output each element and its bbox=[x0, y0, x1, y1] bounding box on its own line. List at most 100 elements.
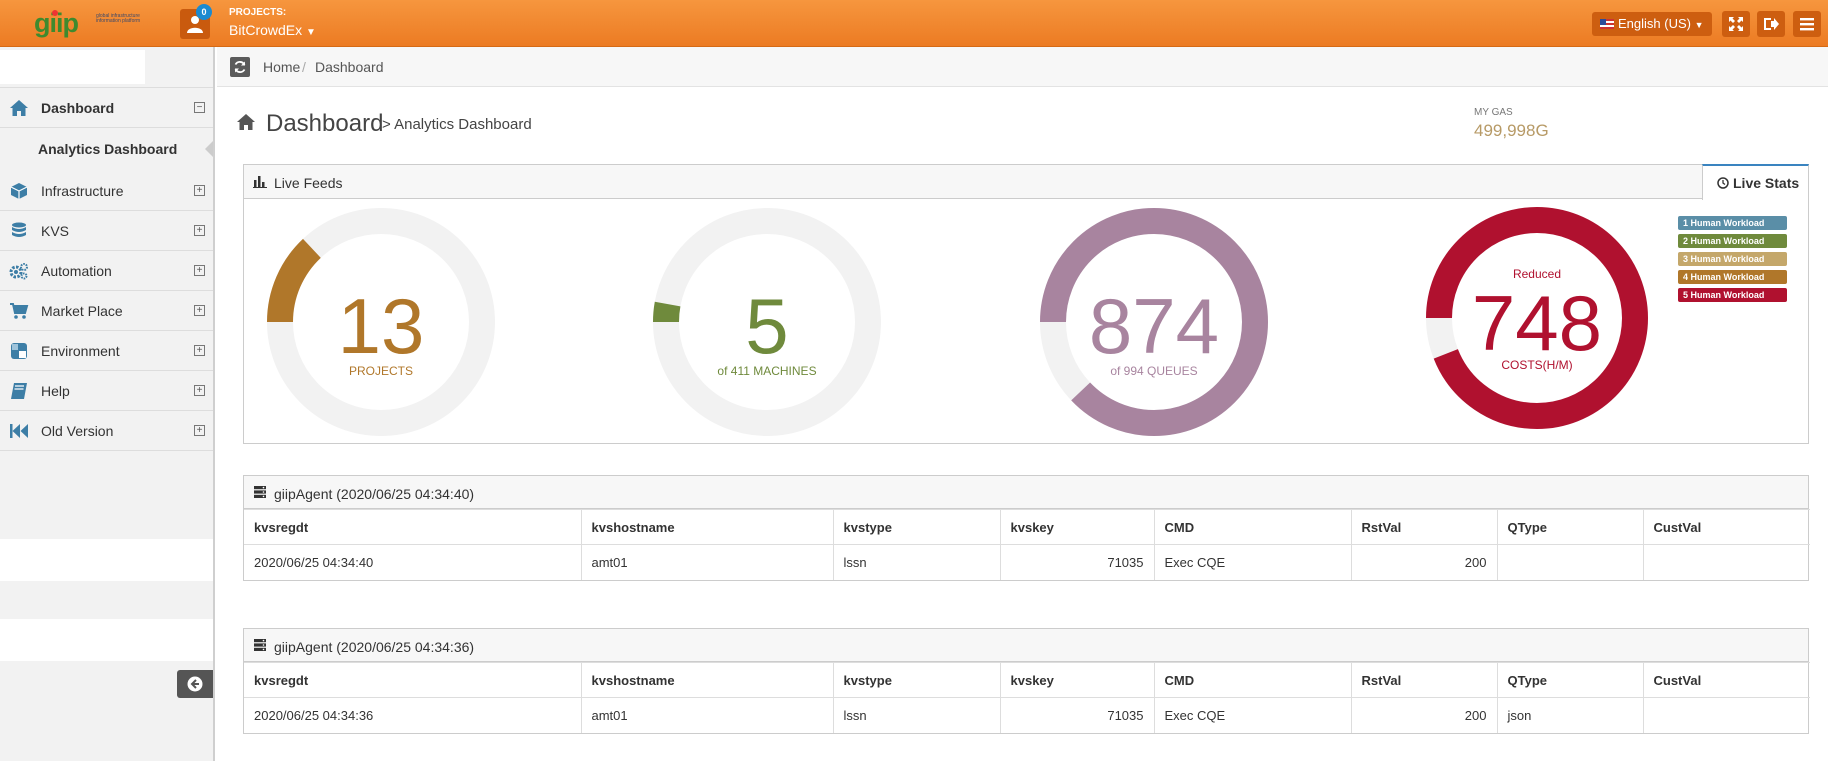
column-header[interactable]: kvstype bbox=[832, 662, 1001, 698]
table-cell bbox=[1642, 544, 1810, 580]
table-cell: 71035 bbox=[999, 544, 1155, 580]
expand-icon[interactable]: + bbox=[194, 425, 205, 436]
menu-button[interactable] bbox=[1793, 11, 1821, 37]
expand-icon[interactable]: + bbox=[194, 225, 205, 236]
column-header[interactable]: CMD bbox=[1153, 662, 1352, 698]
breadcrumb-home-link[interactable]: Home bbox=[263, 59, 300, 75]
gauge-label: of 411 MACHINES bbox=[717, 364, 817, 378]
sidebar: Dashboard − Analytics Dashboard Infrastr… bbox=[0, 47, 215, 761]
table-cell: amt01 bbox=[580, 697, 834, 733]
expand-icon[interactable]: + bbox=[194, 385, 205, 396]
sign-out-icon bbox=[1764, 18, 1779, 30]
page-title: Dashboard bbox=[266, 110, 384, 137]
gas-label: MY GAS bbox=[1474, 107, 1513, 118]
column-header[interactable]: CMD bbox=[1153, 509, 1352, 545]
sidebar-item-market-place[interactable]: Market Place + bbox=[0, 291, 213, 331]
agent-table: kvsregdt kvshostname kvstype kvskey CMD … bbox=[244, 662, 1810, 733]
sidebar-item-label: Automation bbox=[41, 263, 112, 279]
expand-icon[interactable]: + bbox=[194, 185, 205, 196]
agent-table-title: giipAgent (2020/06/25 04:34:36) bbox=[274, 639, 475, 655]
gauge-value: 5 bbox=[745, 282, 789, 370]
gauge-queues: 874 of 994 QUEUES bbox=[1039, 207, 1269, 437]
sidebar-search[interactable] bbox=[0, 50, 145, 84]
column-header[interactable]: kvstype bbox=[832, 509, 1001, 545]
column-header[interactable]: RstVal bbox=[1350, 662, 1498, 698]
column-header[interactable]: RstVal bbox=[1350, 509, 1498, 545]
column-header[interactable]: QType bbox=[1496, 509, 1644, 545]
column-header[interactable]: CustVal bbox=[1642, 662, 1810, 698]
sidebar-collapse-button[interactable] bbox=[177, 670, 213, 698]
tab-live-stats[interactable]: Live Stats bbox=[1702, 164, 1809, 200]
table-row[interactable]: 2020/06/25 04:34:36 amt01 lssn 71035 Exe… bbox=[244, 697, 1810, 733]
hamburger-icon bbox=[1800, 18, 1814, 31]
chevron-down-icon: ▼ bbox=[306, 27, 316, 38]
sidebar-subitem-label: Analytics Dashboard bbox=[38, 141, 178, 157]
agent-table-title: giipAgent (2020/06/25 04:34:40) bbox=[274, 486, 475, 502]
server-icon bbox=[254, 486, 266, 498]
expand-icon[interactable]: + bbox=[194, 345, 205, 356]
sidebar-item-kvs[interactable]: KVS + bbox=[0, 211, 213, 251]
expand-icon[interactable]: + bbox=[194, 265, 205, 276]
column-header[interactable]: kvskey bbox=[999, 509, 1155, 545]
sidebar-item-label: Dashboard bbox=[41, 100, 115, 116]
sidebar-item-dashboard[interactable]: Dashboard − bbox=[0, 88, 213, 128]
top-bar: giip global infrastructure information p… bbox=[0, 0, 1828, 47]
sidebar-subitem-analytics-dashboard[interactable]: Analytics Dashboard bbox=[0, 131, 213, 167]
giip-logo[interactable]: giip global infrastructure information p… bbox=[30, 8, 140, 38]
projects-label: PROJECTS: bbox=[229, 7, 287, 18]
table-cell: 71035 bbox=[999, 697, 1155, 733]
expand-icon[interactable]: + bbox=[194, 305, 205, 316]
table-header-row: kvsregdt kvshostname kvstype kvskey CMD … bbox=[244, 662, 1810, 698]
database-icon bbox=[12, 222, 26, 237]
breadcrumb-current: Dashboard bbox=[315, 59, 384, 75]
legend-item: 4 Human Workload bbox=[1678, 270, 1787, 284]
refresh-icon bbox=[234, 61, 246, 73]
sidebar-item-label: Market Place bbox=[41, 303, 123, 319]
column-header[interactable]: QType bbox=[1496, 662, 1644, 698]
column-header[interactable]: kvskey bbox=[999, 662, 1155, 698]
notification-badge: 0 bbox=[196, 4, 212, 20]
refresh-button[interactable] bbox=[230, 57, 250, 77]
agent-table-panel: giipAgent (2020/06/25 04:34:40) kvsregdt… bbox=[243, 475, 1810, 581]
column-header[interactable]: kvsregdt bbox=[244, 509, 582, 545]
table-cell: 2020/06/25 04:34:40 bbox=[244, 544, 582, 580]
table-cell: 2020/06/25 04:34:36 bbox=[244, 697, 582, 733]
legend-item: 2 Human Workload bbox=[1678, 234, 1787, 248]
gauge-label: of 994 QUEUES bbox=[1110, 364, 1198, 378]
sidebar-item-old-version[interactable]: Old Version + bbox=[0, 411, 213, 451]
fullscreen-button[interactable] bbox=[1722, 11, 1750, 37]
sidebar-item-label: Old Version bbox=[41, 423, 114, 439]
sidebar-item-help[interactable]: Help + bbox=[0, 371, 213, 411]
logout-button[interactable] bbox=[1757, 11, 1785, 37]
book-icon bbox=[11, 383, 27, 399]
language-selector[interactable]: English (US) ▼ bbox=[1592, 12, 1712, 36]
active-indicator bbox=[205, 141, 213, 157]
legend-item: 5 Human Workload bbox=[1678, 288, 1787, 302]
table-cell: Exec CQE bbox=[1153, 697, 1352, 733]
column-header[interactable]: kvsregdt bbox=[244, 662, 582, 698]
legend-item: 1 Human Workload bbox=[1678, 216, 1787, 230]
table-row[interactable]: 2020/06/25 04:34:40 amt01 lssn 71035 Exe… bbox=[244, 544, 1810, 580]
agent-table-header: giipAgent (2020/06/25 04:34:36) bbox=[244, 629, 1808, 662]
live-feeds-panel: Live Feeds Live Stats 13 PROJECTS 5 of 4… bbox=[243, 164, 1809, 444]
project-selector[interactable]: BitCrowdEx ▼ bbox=[229, 22, 316, 38]
agent-table-header: giipAgent (2020/06/25 04:34:40) bbox=[244, 476, 1808, 509]
sidebar-blank-panel bbox=[0, 619, 213, 661]
column-header[interactable]: CustVal bbox=[1642, 509, 1810, 545]
collapse-icon[interactable]: − bbox=[194, 102, 205, 113]
sidebar-item-infrastructure[interactable]: Infrastructure + bbox=[0, 171, 213, 211]
sidebar-item-environment[interactable]: Environment + bbox=[0, 331, 213, 371]
gauge-value: 13 bbox=[337, 282, 425, 370]
gears-icon bbox=[9, 263, 28, 280]
windows-icon bbox=[11, 343, 27, 359]
sidebar-item-automation[interactable]: Automation + bbox=[0, 251, 213, 291]
gauge-costs: Reduced 748 COSTS(H/M) bbox=[1426, 207, 1648, 429]
gas-value: 499,998G bbox=[1474, 121, 1549, 140]
sidebar-item-label: Environment bbox=[41, 343, 120, 359]
user-notification-button[interactable]: 0 bbox=[180, 4, 212, 39]
table-cell: lssn bbox=[832, 697, 1001, 733]
gauge-machines: 5 of 411 MACHINES bbox=[652, 207, 882, 437]
column-header[interactable]: kvshostname bbox=[580, 509, 834, 545]
column-header[interactable]: kvshostname bbox=[580, 662, 834, 698]
logo-tagline: global infrastructure information platfo… bbox=[96, 13, 141, 24]
